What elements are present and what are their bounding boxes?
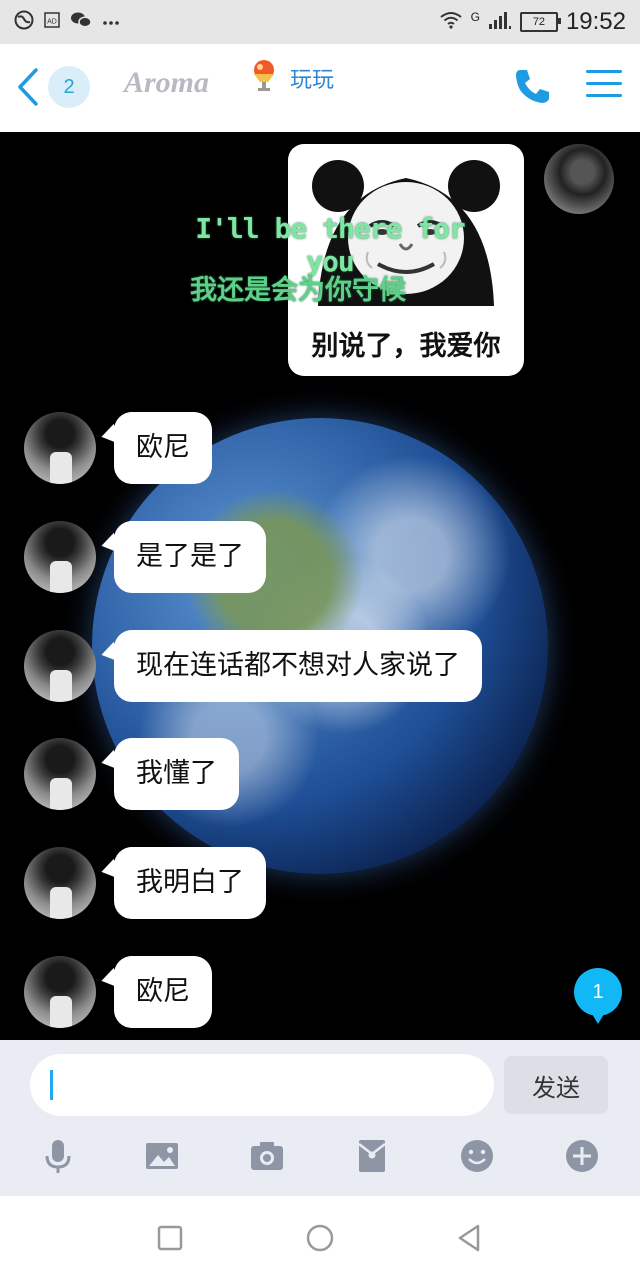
message-row: 欧尼	[0, 408, 640, 488]
voice-button[interactable]	[38, 1136, 78, 1176]
contact-avatar[interactable]	[24, 521, 96, 593]
back-button[interactable]	[10, 64, 50, 110]
recents-icon	[157, 1225, 183, 1251]
emoji-icon	[461, 1140, 493, 1172]
contact-avatar[interactable]	[24, 956, 96, 1028]
message-bubble[interactable]: 我明白了	[114, 847, 266, 919]
status-bar: AD G 72 19:52	[0, 0, 640, 44]
menu-button[interactable]	[586, 70, 622, 102]
call-button[interactable]	[512, 66, 552, 106]
message-bubble[interactable]: 我懂了	[114, 738, 239, 810]
microphone-icon	[45, 1140, 71, 1173]
home-icon	[306, 1224, 334, 1252]
message-bubble[interactable]: 欧尼	[114, 412, 212, 484]
sundae-icon	[250, 58, 278, 99]
chat-area[interactable]: I'll be there for you 我还是会为你守候 别说了，我爱你 欧…	[0, 132, 640, 1040]
plus-icon	[566, 1140, 598, 1172]
menu-icon-bar	[586, 94, 622, 97]
wifi-icon	[439, 11, 463, 34]
contact-name[interactable]: 玩玩	[290, 62, 334, 94]
back-icon	[458, 1224, 480, 1252]
message-row: 欧尼	[0, 952, 640, 1032]
system-navigation-bar	[0, 1196, 640, 1280]
message-row: 我懂了	[0, 734, 640, 814]
input-toolbar	[0, 1136, 640, 1180]
status-time: 19:52	[565, 8, 626, 35]
text-caret	[50, 1070, 53, 1100]
emoji-button[interactable]	[457, 1136, 497, 1176]
more-icon	[102, 13, 120, 31]
message-row: 现在连话都不想对人家说了	[0, 626, 640, 706]
contact-avatar[interactable]	[24, 412, 96, 484]
image-button[interactable]	[142, 1136, 182, 1176]
chevron-left-icon	[18, 68, 38, 106]
camera-button[interactable]	[247, 1136, 287, 1176]
message-input[interactable]	[30, 1054, 494, 1116]
message-bubble[interactable]: 是了是了	[114, 521, 266, 593]
signal-icon	[488, 10, 512, 35]
svg-text:AD: AD	[47, 18, 57, 25]
my-avatar[interactable]	[544, 144, 614, 214]
menu-icon	[586, 70, 622, 73]
sticker-caption: 别说了，我爱你	[311, 331, 501, 362]
more-button[interactable]	[562, 1136, 602, 1176]
logo-text: Aroma	[124, 66, 210, 99]
input-bar: 发送	[0, 1040, 640, 1196]
message-row: 我明白了	[0, 843, 640, 923]
message-row: 是了是了	[0, 517, 640, 597]
phone-icon	[516, 70, 549, 103]
contact-avatar[interactable]	[24, 847, 96, 919]
recents-button[interactable]	[152, 1220, 188, 1256]
red-packet-button[interactable]	[352, 1136, 392, 1176]
menu-icon-bar	[586, 82, 622, 85]
contact-avatar[interactable]	[24, 738, 96, 810]
contact-avatar[interactable]	[24, 630, 96, 702]
globe-icon	[14, 10, 34, 35]
image-icon	[146, 1143, 178, 1169]
battery-level: 72	[532, 16, 546, 28]
new-message-badge[interactable]: 1	[574, 968, 622, 1024]
system-back-button[interactable]	[452, 1220, 488, 1256]
red-packet-icon	[358, 1140, 386, 1172]
overlay-text-chinese: 我还是会为你守候	[190, 275, 406, 306]
send-button[interactable]: 发送	[504, 1056, 608, 1114]
message-bubble[interactable]: 欧尼	[114, 956, 212, 1028]
home-button[interactable]	[302, 1220, 338, 1256]
message-bubble[interactable]: 现在连话都不想对人家说了	[114, 630, 482, 702]
chat-header: 2 Aroma 玩玩	[0, 44, 640, 132]
unread-count-badge[interactable]: 2	[48, 66, 90, 108]
ad-icon: AD	[44, 11, 60, 33]
battery-icon: 72	[519, 12, 561, 32]
camera-icon	[251, 1142, 283, 1170]
wechat-icon	[70, 11, 92, 34]
network-type: G	[470, 10, 480, 24]
